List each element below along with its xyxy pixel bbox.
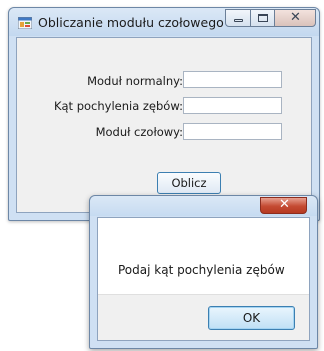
transverse-module-input[interactable] [183,123,282,140]
message-box-body: Podaj kąt pochylenia zębów OK [97,217,310,341]
message-box-close-button[interactable]: ✕ [260,197,307,214]
application-icon [18,17,32,29]
minimize-button[interactable] [225,9,251,27]
maximize-icon [258,14,268,22]
main-window: Obliczanie modułu czołowego ✕ Moduł norm… [8,7,320,221]
message-box-titlebar[interactable]: ✕ [90,196,317,216]
message-box-footer: OK [98,294,309,340]
window-title: Obliczanie modułu czołowego [38,15,224,30]
helix-angle-label: Kąt pochylenia zębów: [53,99,183,113]
ok-button[interactable]: OK [208,306,295,330]
message-box: ✕ Podaj kąt pochylenia zębów OK [89,195,318,349]
normal-module-input[interactable] [183,71,282,88]
minimize-icon [234,19,243,22]
normal-module-label: Moduł normalny: [87,74,183,88]
close-button[interactable]: ✕ [274,9,316,27]
close-icon: ✕ [279,197,290,212]
main-titlebar[interactable]: Obliczanie modułu czołowego ✕ [9,8,319,36]
maximize-button[interactable] [250,9,275,27]
close-icon: ✕ [290,10,301,25]
calculate-button[interactable]: Oblicz [157,172,221,194]
helix-angle-input[interactable] [183,97,282,114]
transverse-module-label: Moduł czołowy: [95,125,183,139]
message-text: Podaj kąt pochylenia zębów [118,263,285,277]
form-client-area: Moduł normalny: Kąt pochylenia zębów: Mo… [16,37,312,213]
